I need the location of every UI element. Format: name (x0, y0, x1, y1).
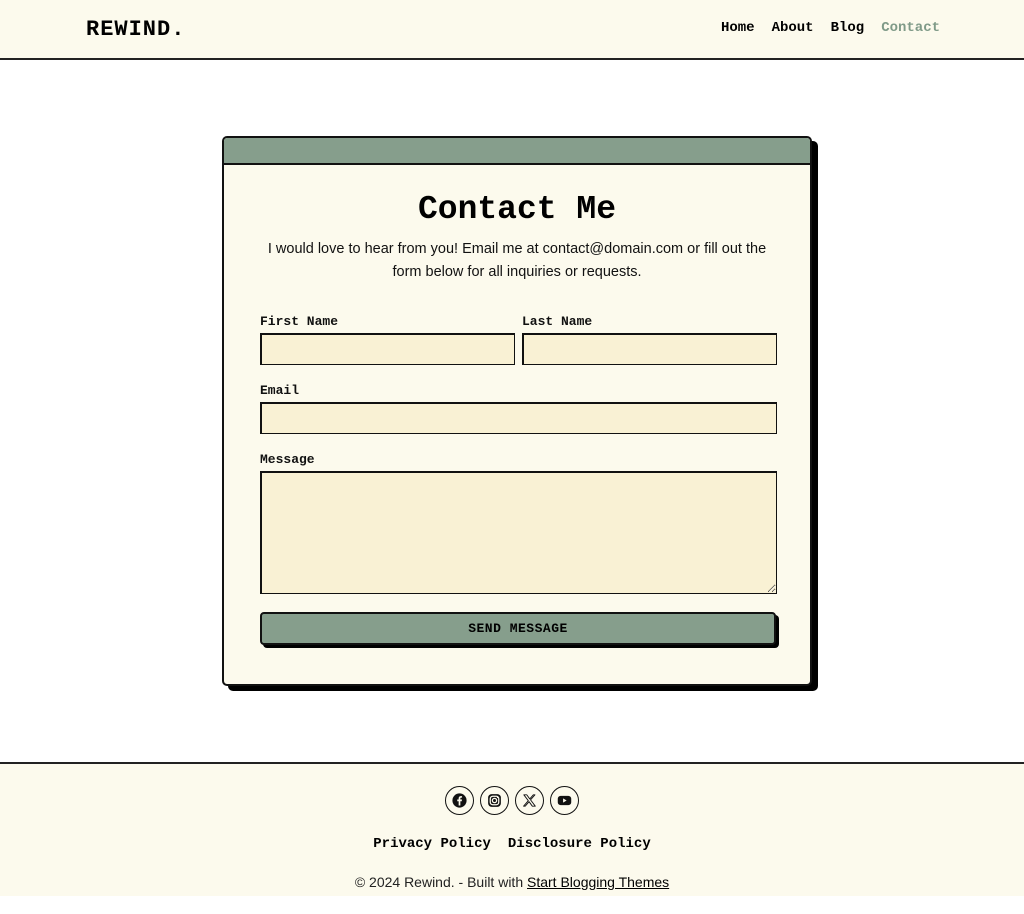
copyright-text: © 2024 Rewind. - Built with (354, 874, 527, 890)
first-name-input[interactable] (260, 333, 515, 365)
youtube-icon (557, 795, 572, 806)
facebook-icon (452, 793, 467, 808)
footer-links: Privacy Policy Disclosure Policy (0, 836, 1024, 852)
instagram-link[interactable] (480, 786, 509, 815)
nav-contact[interactable]: Contact (881, 20, 940, 36)
last-name-label: Last Name (522, 314, 593, 329)
site-footer: Privacy Policy Disclosure Policy © 2024 … (0, 762, 1024, 896)
contact-card: Contact Me I would love to hear from you… (222, 136, 812, 686)
message-textarea[interactable] (260, 471, 777, 594)
youtube-link[interactable] (550, 786, 579, 815)
start-blogging-themes-link[interactable]: Start Blogging Themes (527, 874, 669, 890)
copyright: © 2024 Rewind. - Built with Start Bloggi… (0, 874, 1024, 890)
nav-about[interactable]: About (772, 20, 814, 36)
x-icon (523, 794, 536, 807)
x-link[interactable] (515, 786, 544, 815)
instagram-icon (488, 794, 501, 807)
contact-intro: I would love to hear from you! Email me … (267, 241, 767, 280)
email-input[interactable] (260, 402, 777, 434)
last-name-input[interactable] (522, 333, 777, 365)
nav-home[interactable]: Home (721, 20, 755, 36)
social-links (0, 786, 1024, 815)
privacy-policy-link[interactable]: Privacy Policy (373, 836, 491, 852)
send-message-button[interactable]: SEND MESSAGE (260, 612, 776, 645)
email-label: Email (260, 383, 300, 398)
message-label: Message (260, 452, 315, 467)
nav-blog[interactable]: Blog (831, 20, 865, 36)
page: REWIND. Home About Blog Contact Contact … (0, 0, 1024, 914)
page-title: Contact Me (417, 191, 617, 228)
main-nav: Home About Blog Contact (721, 20, 940, 36)
first-name-label: First Name (260, 314, 339, 329)
facebook-link[interactable] (445, 786, 474, 815)
site-header: REWIND. Home About Blog Contact (0, 0, 1024, 60)
card-title-bar (224, 138, 810, 165)
disclosure-policy-link[interactable]: Disclosure Policy (508, 836, 651, 852)
site-logo[interactable]: REWIND. (86, 17, 185, 42)
